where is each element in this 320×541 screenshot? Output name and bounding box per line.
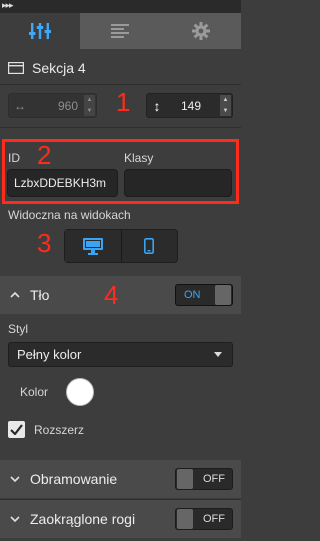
style-select-value: Pełny kolor	[17, 347, 82, 362]
id-input[interactable]: LzbxDDEBKH3m	[7, 169, 118, 197]
desktop-icon	[82, 237, 103, 255]
color-label: Kolor	[20, 385, 49, 399]
collapse-arrows-icon[interactable]: ▸▸▸	[2, 0, 14, 11]
toggle-knob	[177, 469, 193, 489]
chevron-down-icon	[0, 516, 30, 522]
width-arrows-icon: ↔	[14, 98, 26, 113]
desktop-visibility-button[interactable]	[65, 230, 121, 262]
panel-tabs	[0, 13, 241, 49]
gear-icon	[191, 22, 210, 40]
annotation-number-4: 4	[104, 280, 119, 310]
height-stepper[interactable]: ▲ ▼	[220, 95, 231, 116]
annotation-number-3: 3	[37, 228, 52, 258]
style-label: Styl	[8, 322, 29, 336]
tab-settings-sliders[interactable]	[0, 13, 81, 49]
mobile-visibility-button[interactable]	[120, 230, 178, 262]
toggle-knob	[177, 509, 193, 529]
border-panel-header[interactable]: Obramowanie OFF	[0, 460, 241, 498]
style-select[interactable]: Pełny kolor	[8, 342, 233, 367]
mobile-icon	[144, 238, 155, 254]
background-toggle[interactable]: ON	[175, 284, 233, 306]
visibility-label: Widoczna na widokach	[8, 208, 131, 222]
annotation-number-1: 1	[116, 87, 131, 117]
id-label: ID	[8, 151, 20, 165]
section-header: Sekcja 4	[0, 52, 241, 84]
rounded-panel-header[interactable]: Zaokrąglone rogi OFF	[0, 500, 241, 538]
section-icon	[8, 62, 24, 74]
extend-checkbox[interactable]	[8, 421, 25, 438]
divider	[0, 84, 241, 85]
border-toggle[interactable]: OFF	[175, 468, 233, 490]
tab-text[interactable]	[80, 13, 160, 49]
extend-label: Rozszerz	[34, 423, 85, 437]
border-toggle-label: OFF	[203, 473, 225, 485]
background-panel-header[interactable]: Tło 4 ON	[0, 276, 241, 314]
chevron-down-icon	[214, 352, 222, 357]
background-toggle-label: ON	[184, 289, 201, 301]
height-field[interactable]: ↕ 149 ▲ ▼	[146, 93, 233, 118]
chevron-up-icon	[0, 292, 30, 298]
section-title: Sekcja 4	[32, 60, 86, 76]
rounded-toggle-label: OFF	[203, 513, 225, 525]
top-strip: ▸▸▸	[0, 0, 241, 13]
chevron-down-icon	[0, 476, 30, 482]
rounded-toggle[interactable]: OFF	[175, 508, 233, 530]
color-swatch[interactable]	[66, 378, 94, 406]
classes-label: Klasy	[124, 151, 154, 165]
height-arrows-icon: ↕	[153, 97, 161, 114]
classes-input[interactable]	[124, 169, 232, 197]
width-field[interactable]: ↔ 960 ▲ ▼	[8, 93, 97, 118]
sliders-icon	[29, 23, 52, 39]
align-left-icon	[111, 24, 130, 38]
checkmark-icon	[10, 424, 23, 435]
tab-gear[interactable]	[161, 13, 241, 49]
toggle-knob	[215, 285, 231, 305]
divider	[0, 127, 241, 128]
device-visibility-group	[64, 229, 178, 263]
annotation-number-2: 2	[37, 140, 52, 170]
width-stepper[interactable]: ▲ ▼	[84, 95, 95, 116]
